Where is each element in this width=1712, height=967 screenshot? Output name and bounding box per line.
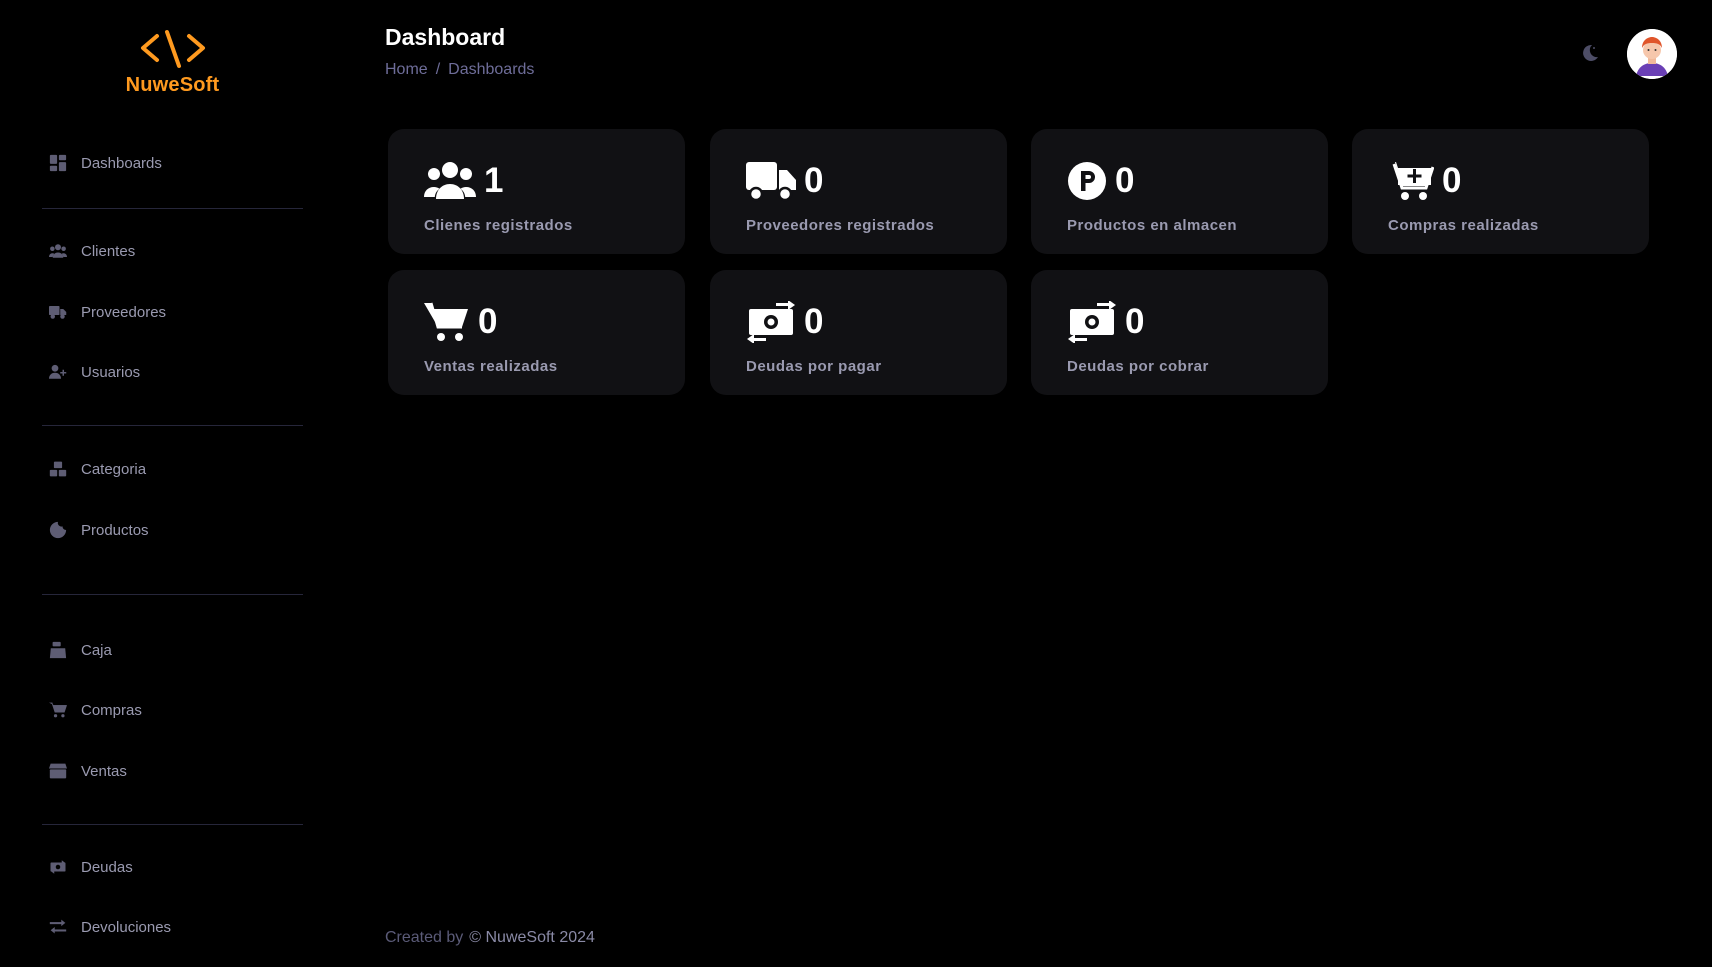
stat-card-label: Ventas realizadas bbox=[424, 358, 558, 375]
stat-card-label: Clienes registrados bbox=[424, 217, 573, 234]
cookie-icon bbox=[47, 519, 69, 541]
stat-card-ventas[interactable]: 0 Ventas realizadas bbox=[388, 270, 685, 395]
page-footer: Created by © NuweSoft 2024 bbox=[385, 929, 595, 947]
footer-created-by: Created by bbox=[385, 929, 464, 946]
sidebar-item-ventas[interactable]: Ventas bbox=[42, 753, 303, 789]
sidebar-divider bbox=[42, 594, 303, 595]
stat-card-value: 1 bbox=[484, 161, 504, 200]
brand-name: NuweSoft bbox=[125, 74, 220, 96]
stat-card-label: Deudas por pagar bbox=[746, 358, 882, 375]
stat-card-value: 0 bbox=[804, 161, 824, 200]
sidebar-item-usuarios[interactable]: Usuarios bbox=[42, 354, 303, 390]
code-brackets-icon bbox=[140, 30, 205, 68]
breadcrumb-separator: / bbox=[435, 61, 441, 78]
sidebar-item-label: Usuarios bbox=[81, 363, 141, 381]
sidebar-item-label: Compras bbox=[81, 701, 142, 719]
sidebar-item-label: Clientes bbox=[81, 242, 136, 260]
parking-p-icon bbox=[1067, 160, 1107, 202]
stat-card-compras[interactable]: 0 Compras realizadas bbox=[1352, 129, 1649, 254]
stat-card-label: Proveedores registrados bbox=[746, 217, 935, 234]
sidebar-item-label: Caja bbox=[81, 641, 112, 659]
sidebar-item-label: Devoluciones bbox=[81, 918, 172, 936]
truck-icon bbox=[47, 301, 69, 323]
moon-icon bbox=[1583, 44, 1598, 61]
theme-toggle-button[interactable] bbox=[1578, 42, 1600, 64]
stat-card-value: 0 bbox=[1442, 161, 1462, 200]
sidebar-item-devoluciones[interactable]: Devoluciones bbox=[42, 909, 303, 945]
sidebar-divider bbox=[42, 824, 303, 825]
breadcrumb-current: Dashboards bbox=[448, 61, 535, 78]
dashboard-grid-icon bbox=[47, 152, 69, 174]
sidebar-item-label: Proveedores bbox=[81, 303, 167, 321]
user-avatar[interactable] bbox=[1627, 29, 1677, 79]
footer-copyright: © NuweSoft 2024 bbox=[469, 929, 595, 946]
sidebar-item-deudas[interactable]: Deudas bbox=[42, 849, 303, 885]
cart-icon bbox=[424, 301, 470, 343]
stat-card-value: 0 bbox=[478, 302, 498, 341]
sidebar: NuweSoft Dashboards Clientes Proveedores… bbox=[0, 0, 345, 967]
store-icon bbox=[47, 760, 69, 782]
stat-card-deudas-cobrar[interactable]: 0 Deudas por cobrar bbox=[1031, 270, 1328, 395]
stat-card-label: Compras realizadas bbox=[1388, 217, 1539, 234]
stat-card-label: Deudas por cobrar bbox=[1067, 358, 1209, 375]
sidebar-divider bbox=[42, 208, 303, 209]
brand-logo[interactable]: NuweSoft bbox=[0, 28, 345, 97]
page-title: Dashboard bbox=[385, 24, 506, 50]
stat-card-proveedores[interactable]: 0 Proveedores registrados bbox=[710, 129, 1007, 254]
sidebar-item-label: Ventas bbox=[81, 762, 127, 780]
money-bill-transfer-icon bbox=[1067, 301, 1117, 343]
user-plus-icon bbox=[47, 361, 69, 383]
sidebar-item-label: Dashboards bbox=[81, 154, 162, 172]
app-root: NuweSoft Dashboards Clientes Proveedores… bbox=[0, 0, 1712, 967]
sidebar-divider bbox=[42, 425, 303, 426]
cart-icon bbox=[47, 699, 69, 721]
stat-card-productos[interactable]: 0 Productos en almacen bbox=[1031, 129, 1328, 254]
users-icon bbox=[47, 240, 69, 262]
stat-card-deudas-pagar[interactable]: 0 Deudas por pagar bbox=[710, 270, 1007, 395]
sidebar-item-label: Categoria bbox=[81, 460, 147, 478]
cart-plus-icon bbox=[1388, 160, 1434, 202]
money-bill-transfer-icon bbox=[47, 856, 69, 878]
cash-register-icon bbox=[47, 639, 69, 661]
sidebar-item-dashboards[interactable]: Dashboards bbox=[42, 145, 303, 181]
stat-card-value: 0 bbox=[804, 302, 824, 341]
sidebar-item-caja[interactable]: Caja bbox=[42, 632, 303, 668]
sidebar-item-label: Deudas bbox=[81, 858, 133, 876]
page-header: Dashboard Home / Dashboards bbox=[385, 24, 534, 79]
truck-icon bbox=[746, 160, 796, 202]
sidebar-item-categoria[interactable]: Categoria bbox=[42, 451, 303, 487]
boxes-icon bbox=[47, 458, 69, 480]
sidebar-item-clientes[interactable]: Clientes bbox=[42, 233, 303, 269]
sidebar-item-productos[interactable]: Productos bbox=[42, 512, 303, 548]
sidebar-item-label: Productos bbox=[81, 521, 149, 539]
user-avatar-icon bbox=[1627, 29, 1677, 79]
stat-card-label: Productos en almacen bbox=[1067, 217, 1238, 234]
sidebar-item-compras[interactable]: Compras bbox=[42, 692, 303, 728]
stat-card-value: 0 bbox=[1125, 302, 1145, 341]
breadcrumb: Home / Dashboards bbox=[385, 61, 534, 79]
stat-card-value: 0 bbox=[1115, 161, 1135, 200]
users-icon bbox=[424, 160, 476, 202]
money-bill-transfer-icon bbox=[746, 301, 796, 343]
arrows-exchange-icon bbox=[47, 916, 69, 938]
sidebar-item-proveedores[interactable]: Proveedores bbox=[42, 294, 303, 330]
breadcrumb-home-link[interactable]: Home bbox=[385, 61, 428, 79]
stat-card-clientes[interactable]: 1 Clienes registrados bbox=[388, 129, 685, 254]
